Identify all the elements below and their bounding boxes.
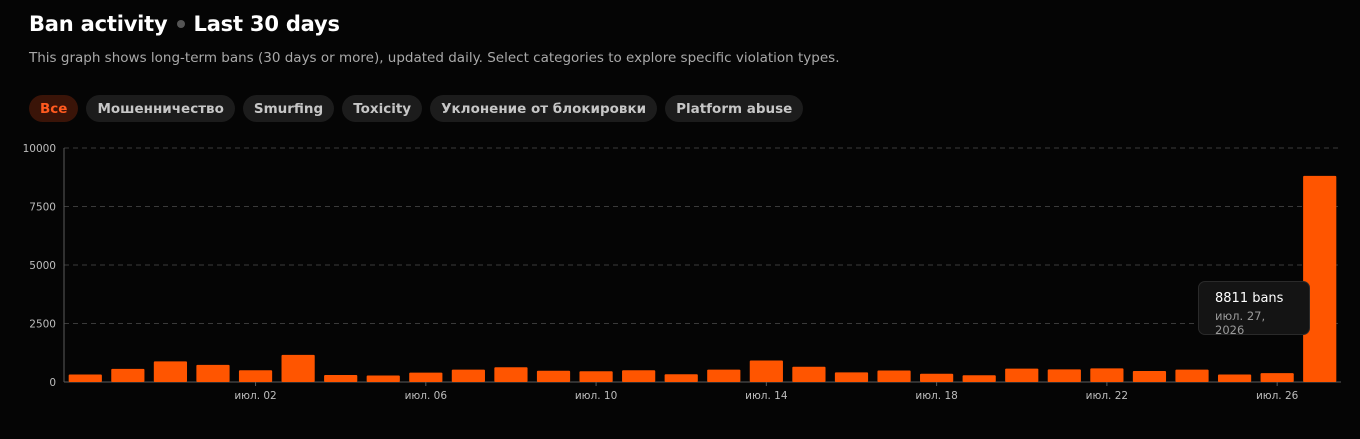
header: Ban activity Last 30 days bbox=[29, 12, 340, 36]
y-tick-label: 10000 bbox=[23, 143, 56, 155]
bar[interactable] bbox=[1260, 373, 1294, 382]
filter-fraud[interactable]: Мошенничество bbox=[86, 95, 235, 122]
x-tick-label: июл. 10 bbox=[575, 390, 617, 402]
bar[interactable] bbox=[281, 354, 315, 382]
y-tick-label: 7500 bbox=[29, 202, 56, 214]
bar[interactable] bbox=[749, 360, 783, 382]
bar[interactable] bbox=[877, 370, 911, 382]
filter-toxicity[interactable]: Toxicity bbox=[342, 95, 423, 122]
ban-chart: 0 2500 5000 7500 10000 июл. 02 июл. 06 июл. 10 и… bbox=[0, 140, 1360, 439]
bar[interactable] bbox=[1047, 369, 1081, 382]
bar[interactable] bbox=[1132, 371, 1167, 382]
bar[interactable] bbox=[196, 364, 230, 382]
bar[interactable] bbox=[1005, 368, 1039, 382]
bar[interactable] bbox=[664, 374, 698, 382]
bar[interactable] bbox=[409, 372, 443, 382]
bar[interactable] bbox=[1090, 368, 1124, 382]
bar[interactable] bbox=[324, 374, 358, 382]
bar[interactable] bbox=[622, 370, 656, 382]
x-tick-label: июл. 14 bbox=[745, 390, 788, 402]
filter-platform-abuse[interactable]: Platform abuse bbox=[665, 95, 804, 122]
filter-ban-evasion[interactable]: Уклонение от блокировки bbox=[430, 95, 658, 122]
bar[interactable] bbox=[707, 369, 741, 382]
x-tick-label: июл. 06 bbox=[405, 390, 448, 402]
bar[interactable] bbox=[68, 374, 102, 382]
tooltip-date: июл. 27, 2026 bbox=[1215, 309, 1266, 337]
y-tick-label: 2500 bbox=[29, 319, 56, 331]
bar[interactable] bbox=[238, 370, 273, 382]
chart-tooltip: 8811 bans июл. 27, 2026 bbox=[1198, 281, 1310, 337]
bar[interactable] bbox=[153, 361, 188, 382]
bar[interactable] bbox=[834, 372, 869, 382]
bar[interactable] bbox=[920, 373, 954, 382]
filter-smurfing[interactable]: Smurfing bbox=[242, 95, 335, 122]
description: This graph shows long-term bans (30 days… bbox=[29, 50, 840, 66]
bar[interactable] bbox=[792, 366, 826, 382]
y-tick-label: 0 bbox=[49, 377, 56, 389]
bar[interactable] bbox=[536, 370, 571, 382]
x-tick-label: июл. 22 bbox=[1086, 390, 1128, 402]
y-tick-label: 5000 bbox=[29, 260, 56, 272]
bar[interactable] bbox=[111, 368, 145, 382]
bar[interactable] bbox=[962, 375, 996, 382]
category-filters: Все Мошенничество Smurfing Toxicity Укло… bbox=[29, 95, 804, 122]
bar[interactable] bbox=[366, 375, 400, 382]
x-tick-label: июл. 26 bbox=[1256, 390, 1299, 402]
bar[interactable] bbox=[1303, 175, 1337, 382]
bar[interactable] bbox=[1175, 369, 1209, 382]
bar-chart-svg: 0 2500 5000 7500 10000 июл. 02 июл. 06 июл. 10 и… bbox=[23, 143, 1341, 402]
bar[interactable] bbox=[451, 369, 485, 382]
x-tick-label: июл. 02 bbox=[234, 390, 276, 402]
period-label: Last 30 days bbox=[193, 12, 340, 36]
bar[interactable] bbox=[494, 367, 528, 382]
separator-dot bbox=[176, 20, 185, 28]
bar[interactable] bbox=[579, 371, 613, 382]
x-tick-label: июл. 18 bbox=[915, 390, 957, 402]
bar[interactable] bbox=[1217, 374, 1252, 382]
tooltip-value: 8811 bans bbox=[1215, 291, 1284, 306]
filter-all[interactable]: Все bbox=[29, 95, 79, 122]
page-title: Ban activity bbox=[29, 12, 168, 36]
